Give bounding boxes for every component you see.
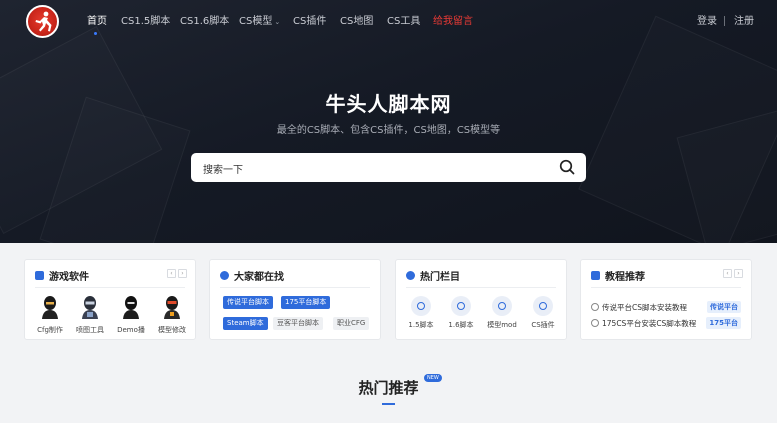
hot-item-label: 1.5脚本 (408, 321, 434, 329)
divider (591, 287, 741, 288)
tutorial-item[interactable]: 传说平台CS脚本安装教程 传说平台 (591, 301, 741, 314)
nav-cs-models[interactable]: CS模型 ⌄ (239, 15, 280, 29)
terrorist-avatar-icon (42, 296, 58, 319)
chevron-left-icon[interactable]: ‹ (723, 269, 732, 278)
chevron-right-icon[interactable]: › (734, 269, 743, 278)
counter-terrorist-avatar-icon (82, 296, 98, 319)
card-header: 教程推荐 (591, 268, 645, 283)
nav-leave-message[interactable]: 给我留言 (433, 15, 473, 28)
search-icon[interactable] (559, 159, 575, 175)
nav-home[interactable]: 首页 (87, 15, 107, 28)
login-link[interactable]: 登录 (697, 15, 717, 28)
software-item-demo[interactable]: Demo播 (114, 295, 148, 335)
fire-icon (220, 271, 229, 280)
section-underline (382, 403, 395, 405)
software-label: 模型修改 (158, 326, 186, 334)
card-title: 热门栏目 (420, 272, 460, 283)
chevron-left-icon[interactable]: ‹ (167, 269, 176, 278)
top-nav: 首页 CS1.5脚本 CS1.6脚本 CS模型 ⌄ CS插件 CS地图 CS工具 … (0, 0, 777, 44)
refresh-icon (411, 296, 431, 316)
chevron-down-icon: ⌄ (274, 18, 281, 26)
card-pager: ‹ › (167, 269, 187, 278)
hot-item-label: CS插件 (531, 321, 555, 329)
card-title: 教程推荐 (605, 272, 645, 283)
site-title: 牛头人脚本网 (325, 92, 452, 116)
compass-icon (406, 271, 415, 280)
card-pager: ‹ › (723, 269, 743, 278)
runner-logo-icon (35, 11, 52, 32)
search-tag[interactable]: 传说平台脚本 (223, 296, 273, 309)
search-input[interactable]: 搜索一下 (203, 161, 243, 176)
card-tutorials: 教程推荐 ‹ › 传说平台CS脚本安装教程 传说平台 175CS平台安装CS脚本… (580, 259, 752, 340)
hot-item[interactable]: 1.5脚本 (404, 296, 438, 330)
platform-badge: 传说平台 (707, 301, 741, 313)
card-header: 热门栏目 (406, 268, 460, 283)
hot-item[interactable]: 模型mod (485, 296, 519, 330)
nav-cs-tools[interactable]: CS工具 (387, 15, 420, 28)
terrorist-avatar-icon (123, 296, 139, 319)
hot-item[interactable]: CS插件 (526, 296, 560, 330)
software-label: 喷图工具 (76, 326, 104, 334)
card-popular-search: 大家都在找 传说平台脚本 175平台脚本 Steam脚本 豆客平台脚本 职业CF… (209, 259, 381, 340)
divider (406, 287, 556, 288)
search-box[interactable]: 搜索一下 (191, 153, 586, 182)
card-hot-columns: 热门栏目 1.5脚本 1.6脚本 模型mod CS插件 (395, 259, 567, 340)
hot-item-label: 1.6脚本 (448, 321, 474, 329)
search-tag[interactable]: 豆客平台脚本 (273, 317, 323, 330)
search-tag[interactable]: Steam脚本 (223, 317, 268, 330)
divider (220, 287, 370, 288)
tutorial-item[interactable]: 175CS平台安装CS脚本教程 175平台 (591, 317, 741, 330)
app-icon (35, 271, 44, 280)
chevron-right-icon[interactable]: › (178, 269, 187, 278)
hero-banner: 首页 CS1.5脚本 CS1.6脚本 CS模型 ⌄ CS插件 CS地图 CS工具 … (0, 0, 777, 243)
platform-badge: 175平台 (706, 317, 741, 329)
tutorial-title: 175CS平台安装CS脚本教程 (602, 319, 697, 328)
card-title: 游戏软件 (49, 272, 89, 283)
software-item-model-edit[interactable]: 模型修改 (155, 295, 189, 335)
question-icon (591, 319, 599, 327)
site-logo[interactable] (26, 5, 59, 38)
refresh-icon (533, 296, 553, 316)
search-tag[interactable]: 职业CFG (333, 317, 370, 330)
question-icon (591, 303, 599, 311)
site-subtitle: 最全的CS脚本、包含CS插件，CS地图，CS模型等 (276, 125, 501, 136)
hot-item[interactable]: 1.6脚本 (444, 296, 478, 330)
section-title: 热门推荐 (358, 379, 419, 397)
nav-cs15-scripts[interactable]: CS1.5脚本 (121, 15, 170, 28)
card-header: 大家都在找 (220, 268, 284, 283)
nav-cs-plugins[interactable]: CS插件 (293, 15, 326, 28)
card-title: 大家都在找 (234, 272, 284, 283)
card-game-software: 游戏软件 ‹ › Cfg制作 喷图工具 Demo播 模型修改 (24, 259, 196, 340)
terrorist-avatar-icon (164, 296, 180, 319)
nav-cs16-scripts[interactable]: CS1.6脚本 (180, 15, 229, 28)
refresh-icon (492, 296, 512, 316)
nav-cs-models-label: CS模型 (239, 16, 273, 27)
software-item-spray[interactable]: 喷图工具 (73, 295, 107, 335)
nav-divider (724, 16, 725, 26)
nav-cs-maps[interactable]: CS地图 (340, 15, 373, 28)
hot-item-label: 模型mod (487, 321, 517, 329)
software-label: Demo播 (117, 326, 145, 334)
new-badge: NEW (424, 374, 442, 382)
document-icon (591, 271, 600, 280)
refresh-icon (451, 296, 471, 316)
search-tag[interactable]: 175平台脚本 (281, 296, 331, 309)
software-label: Cfg制作 (37, 326, 63, 334)
divider (35, 287, 185, 288)
tutorial-title: 传说平台CS脚本安装教程 (602, 303, 687, 312)
software-item-cfg[interactable]: Cfg制作 (33, 295, 67, 335)
register-link[interactable]: 注册 (734, 15, 754, 28)
nav-active-indicator (94, 32, 97, 35)
card-header: 游戏软件 (35, 268, 89, 283)
